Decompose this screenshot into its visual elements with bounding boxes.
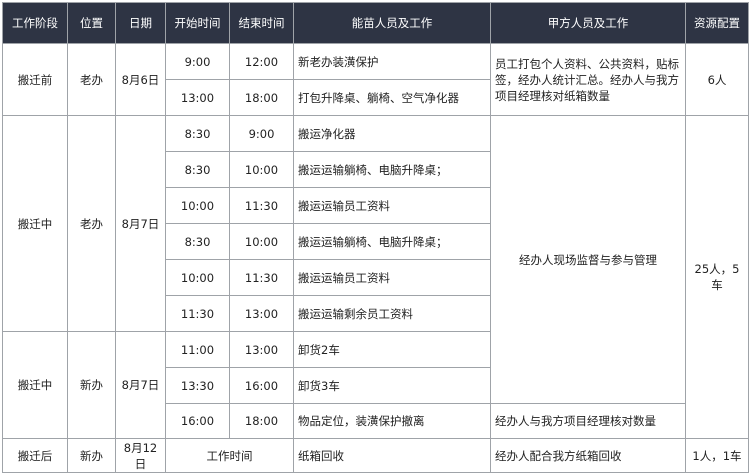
vendor-task-cell: 新老办装潢保护 (293, 43, 491, 80)
end-time-cell: 11:30 (229, 187, 294, 224)
header-end-time: 结束时间 (229, 2, 294, 44)
end-time-cell: 10:00 (229, 223, 294, 260)
end-time-cell: 18:00 (229, 403, 294, 439)
vendor-task-cell: 打包升降桌、躺椅、空气净化器 (293, 79, 491, 116)
client-work-cell: 经办人与我方项目经理核对数量 (490, 403, 686, 439)
end-time-cell: 13:00 (229, 331, 294, 368)
vendor-task-cell: 纸箱回收 (293, 438, 491, 473)
header-row: 工作阶段 位置 日期 开始时间 结束时间 能苗人员及工作 甲方人员及工作 资源配… (2, 2, 749, 44)
client-work-cell: 员工打包个人资料、公共资料，贴标签，经办人统计汇总。经办人与我方项目经理核对纸箱… (490, 43, 686, 116)
start-time-cell: 8:30 (165, 223, 230, 260)
client-work-cell: 经办人配合我方纸箱回收 (490, 438, 686, 473)
start-time-cell: 16:00 (165, 403, 230, 439)
header-date: 日期 (115, 2, 166, 44)
vendor-task-cell: 搬运净化器 (293, 115, 491, 152)
resources-cell: 6人 (685, 43, 749, 116)
start-time-cell: 8:30 (165, 151, 230, 188)
location-cell: 新办 (67, 438, 116, 473)
vendor-task-cell: 搬运运输剩余员工资料 (293, 295, 491, 332)
vendor-task-cell: 物品定位，装潢保护撤离 (293, 403, 491, 439)
date-cell: 8月7日 (115, 115, 166, 332)
header-vendor-work: 能苗人员及工作 (293, 2, 491, 44)
end-time-cell: 9:00 (229, 115, 294, 152)
start-time-cell: 9:00 (165, 43, 230, 80)
header-stage: 工作阶段 (2, 2, 68, 44)
table-row: 搬迁后 新办 8月12日 工作时间 纸箱回收 经办人配合我方纸箱回收 1人，1车 (2, 438, 749, 473)
vendor-task-cell: 搬运运输员工资料 (293, 259, 491, 296)
date-cell: 8月12日 (115, 438, 166, 473)
start-time-cell: 10:00 (165, 259, 230, 296)
start-time-cell: 11:00 (165, 331, 230, 368)
client-work-cell: 经办人现场监督与参与管理 (490, 115, 686, 404)
stage-cell: 搬迁中 (2, 331, 68, 439)
vendor-task-cell: 卸货3车 (293, 367, 491, 404)
end-time-cell: 10:00 (229, 151, 294, 188)
location-cell: 老办 (67, 115, 116, 332)
vendor-task-cell: 搬运运输躺椅、电脑升降桌； (293, 151, 491, 188)
end-time-cell: 12:00 (229, 43, 294, 80)
start-time-cell: 11:30 (165, 295, 230, 332)
end-time-cell: 18:00 (229, 79, 294, 116)
start-time-cell: 13:00 (165, 79, 230, 116)
header-start-time: 开始时间 (165, 2, 230, 44)
stage-cell: 搬迁中 (2, 115, 68, 332)
end-time-cell: 11:30 (229, 259, 294, 296)
location-cell: 老办 (67, 43, 116, 116)
table-row: 搬迁中 老办 8月7日 8:30 9:00 搬运净化器 经办人现场监督与参与管理… (2, 115, 749, 439)
end-time-cell: 16:00 (229, 367, 294, 404)
schedule-table: 工作阶段 位置 日期 开始时间 结束时间 能苗人员及工作 甲方人员及工作 资源配… (2, 2, 749, 473)
resources-cell: 1人，1车 (685, 438, 749, 473)
header-location: 位置 (67, 2, 116, 44)
table-row: 搬迁前 老办 8月6日 9:00 12:00 新老办装潢保护 员工打包个人资料、… (2, 43, 749, 116)
date-cell: 8月7日 (115, 331, 166, 439)
vendor-task-cell: 搬运运输员工资料 (293, 187, 491, 224)
header-client-work: 甲方人员及工作 (490, 2, 686, 44)
header-resources: 资源配置 (685, 2, 749, 44)
resources-cell: 25人，5车 (685, 115, 749, 439)
end-time-cell: 13:00 (229, 295, 294, 332)
stage-cell: 搬迁后 (2, 438, 68, 473)
vendor-task-cell: 卸货2车 (293, 331, 491, 368)
location-cell: 新办 (67, 331, 116, 439)
stage-cell: 搬迁前 (2, 43, 68, 116)
start-time-cell: 10:00 (165, 187, 230, 224)
vendor-task-cell: 搬运运输躺椅、电脑升降桌； (293, 223, 491, 260)
start-time-cell: 8:30 (165, 115, 230, 152)
start-time-cell: 13:30 (165, 367, 230, 404)
date-cell: 8月6日 (115, 43, 166, 116)
time-label-cell: 工作时间 (165, 438, 294, 473)
